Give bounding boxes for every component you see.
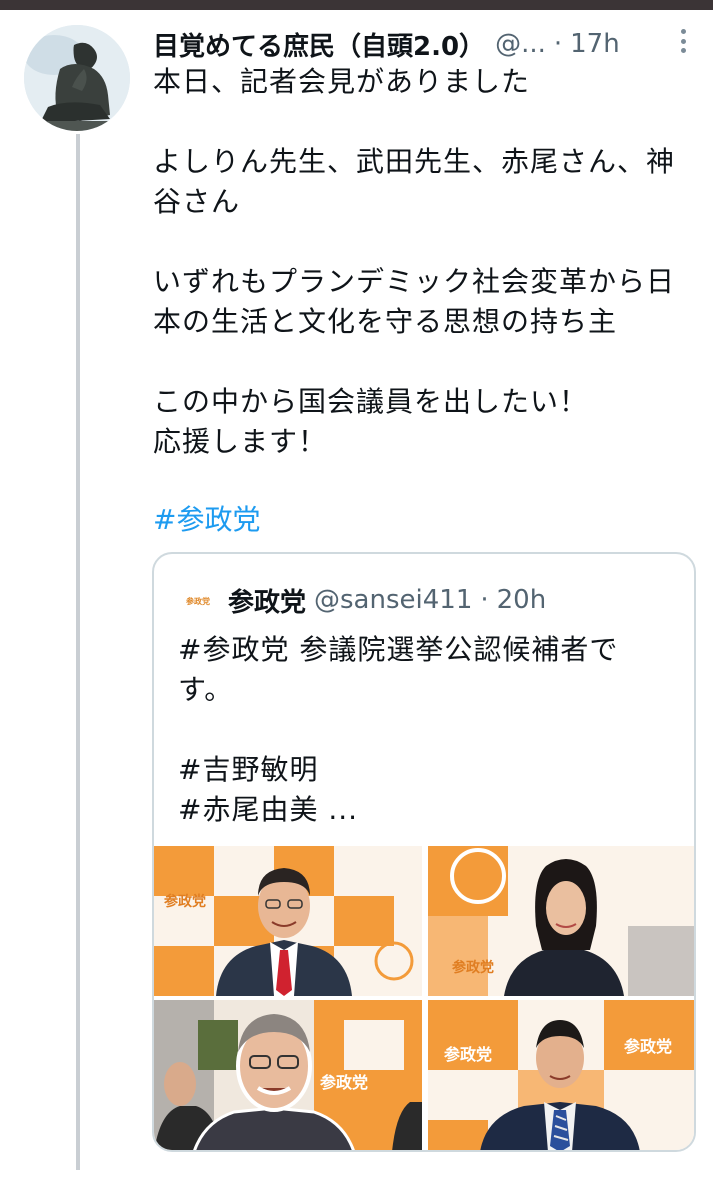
tweet-line: 本日、記者会見がありました bbox=[153, 65, 531, 98]
tweet-line: いずれもプランデミック社会変革から日 bbox=[153, 265, 676, 298]
quote-header: 参政党 参政党 @sansei411 · 20h bbox=[184, 582, 546, 618]
logo-text: 参政党 bbox=[185, 596, 210, 606]
party-logo-icon: 参政党 bbox=[184, 590, 212, 610]
quote-handle[interactable]: @sansei411 bbox=[314, 585, 472, 615]
tweet-line: この中から国会議員を出したい！ bbox=[153, 385, 589, 418]
banner-text: 参政党 bbox=[452, 959, 494, 976]
banner-text: 参政党 bbox=[320, 1073, 368, 1092]
quote-line: #参政党 参議院選挙公認候補者で bbox=[178, 633, 619, 666]
banner-text: 参政党 bbox=[444, 1045, 492, 1064]
tweet-line: よしりん先生、武田先生、赤尾さん、神 bbox=[153, 145, 676, 178]
bottom-edge bbox=[0, 1170, 713, 1180]
quote-time[interactable]: 20h bbox=[497, 585, 547, 615]
hashtag-link[interactable]: #参政党 bbox=[153, 500, 260, 540]
tweet-line: 本の生活と文化を守る思想の持ち主 bbox=[153, 305, 618, 338]
photo-man-red-tie[interactable]: 参政党 bbox=[154, 846, 422, 996]
tweet-line: 応援します！ bbox=[153, 425, 328, 458]
tweet-header: 目覚めてる庶民（自頭2.0） @... · 17h bbox=[153, 24, 693, 64]
avatar[interactable] bbox=[24, 25, 130, 131]
banner-text: 参政党 bbox=[164, 893, 206, 910]
thinker-statue-avatar bbox=[24, 25, 130, 131]
quote-line: す。 bbox=[178, 673, 234, 706]
separator-dot: · bbox=[480, 585, 489, 615]
more-vertical-icon[interactable] bbox=[673, 26, 693, 56]
quote-text: #参政党 参議院選挙公認候補者で す。 #吉野敏明 #赤尾由美 ... bbox=[178, 630, 648, 830]
tweet-time[interactable]: 17h bbox=[570, 29, 620, 59]
separator-dot: · bbox=[553, 29, 563, 59]
photo-grid: 参政党 参政党 参政党 参政党 参政党 bbox=[154, 846, 694, 1150]
tweet-line: 谷さん bbox=[153, 185, 241, 218]
quote-tweet-card[interactable]: 参政党 参政党 @sansei411 · 20h #参政党 参議院選挙公認候補者… bbox=[152, 552, 696, 1152]
status-bar-strip bbox=[0, 0, 713, 10]
quote-line: #赤尾由美 ... bbox=[178, 793, 359, 826]
photo-man-glasses-cutout[interactable]: 参政党 bbox=[154, 1000, 422, 1150]
display-name[interactable]: 目覚めてる庶民（自頭2.0） bbox=[153, 26, 485, 63]
quote-display-name[interactable]: 参政党 bbox=[228, 582, 306, 619]
photo-woman-dark-suit[interactable]: 参政党 bbox=[428, 846, 694, 996]
handle[interactable]: @... bbox=[495, 29, 546, 59]
tweet-text: 本日、記者会見がありました よしりん先生、武田先生、赤尾さん、神 谷さん いずれ… bbox=[153, 62, 698, 462]
quote-line: #吉野敏明 bbox=[178, 753, 319, 786]
banner-text-2: 参政党 bbox=[624, 1037, 672, 1056]
photo-man-blue-tie[interactable]: 参政党 参政党 bbox=[428, 1000, 694, 1150]
thread-line bbox=[76, 134, 80, 1180]
